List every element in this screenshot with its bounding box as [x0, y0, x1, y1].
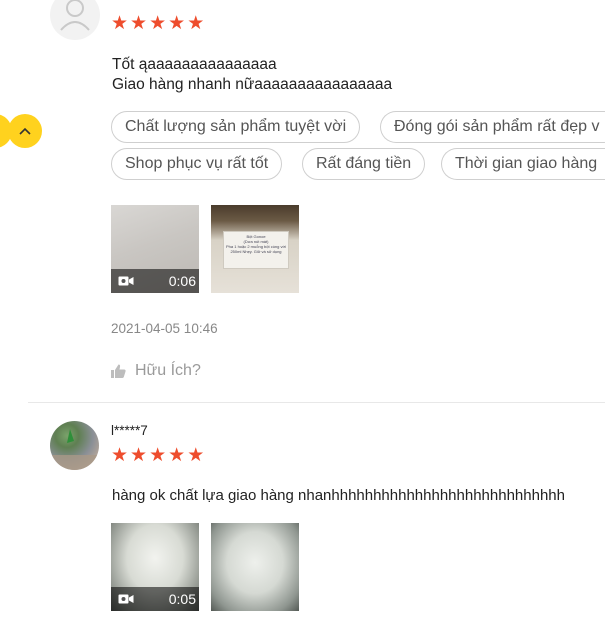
video-overlay: 0:05 — [111, 587, 199, 611]
scroll-top-button[interactable] — [8, 114, 42, 148]
video-duration: 0:06 — [168, 273, 196, 289]
review-text-line-2: Giao hàng nhanh nữaaaaaaaaaaaaaaaa — [112, 76, 393, 93]
label-line: 250ml Nhẹy. Giữ và sử dụng — [230, 249, 282, 254]
helpful-label: Hữu Ích? — [135, 362, 201, 379]
reviewer-avatar[interactable] — [50, 0, 100, 40]
review-tag: Shop phục vụ rất tốt — [111, 148, 283, 180]
star-icon: ★ — [130, 445, 148, 466]
review-image-thumbnail[interactable]: Bột Gonoe (Dưa nút mát) Pha 1 hoặc 2 muỗ… — [211, 205, 299, 293]
helpful-button[interactable]: Hữu Ích? — [111, 362, 201, 380]
star-icon: ★ — [111, 445, 129, 466]
chevron-up-icon — [19, 127, 31, 135]
star-icon: ★ — [168, 13, 186, 34]
star-icon: ★ — [130, 13, 148, 34]
review-divider — [28, 402, 605, 403]
review-text: hàng ok chất lựa giao hàng nhanhhhhhhhhh… — [112, 487, 565, 504]
star-icon: ★ — [149, 445, 167, 466]
review-date: 2021-04-05 10:46 — [111, 321, 218, 336]
avatar-photo — [50, 429, 99, 470]
review-video-thumbnail[interactable]: 0:05 — [111, 523, 199, 611]
video-camera-icon — [118, 594, 134, 604]
review-tag: Đóng gói sản phẩm rất đẹp v — [380, 111, 605, 143]
thumbs-up-icon — [111, 364, 126, 378]
star-icon: ★ — [187, 445, 205, 466]
review-image-thumbnail[interactable] — [211, 523, 299, 611]
user-icon — [60, 0, 90, 31]
reviewer-avatar[interactable] — [50, 421, 99, 470]
product-label: Bột Gonoe (Dưa nút mát) Pha 1 hoặc 2 muỗ… — [223, 231, 289, 269]
review-tag: Thời gian giao hàng — [441, 148, 605, 180]
review-text-line-1: Tốt ąaaaaaaaaaaaaaaa — [112, 56, 277, 73]
review-video-thumbnail[interactable]: 0:06 — [111, 205, 199, 293]
video-camera-icon — [118, 276, 134, 286]
star-icon: ★ — [111, 13, 129, 34]
review-tag: Chất lượng sản phẩm tuyệt vời — [111, 111, 361, 143]
star-icon: ★ — [168, 445, 186, 466]
star-icon: ★ — [187, 13, 205, 34]
star-icon: ★ — [149, 13, 167, 34]
video-duration: 0:05 — [168, 591, 196, 607]
review-tag: Rất đáng tiền — [302, 148, 426, 180]
video-overlay: 0:06 — [111, 269, 199, 293]
rating-stars: ★ ★ ★ ★ ★ — [111, 14, 204, 33]
rating-stars: ★ ★ ★ ★ ★ — [111, 446, 204, 465]
reviewer-username: l*****7 — [111, 423, 148, 438]
